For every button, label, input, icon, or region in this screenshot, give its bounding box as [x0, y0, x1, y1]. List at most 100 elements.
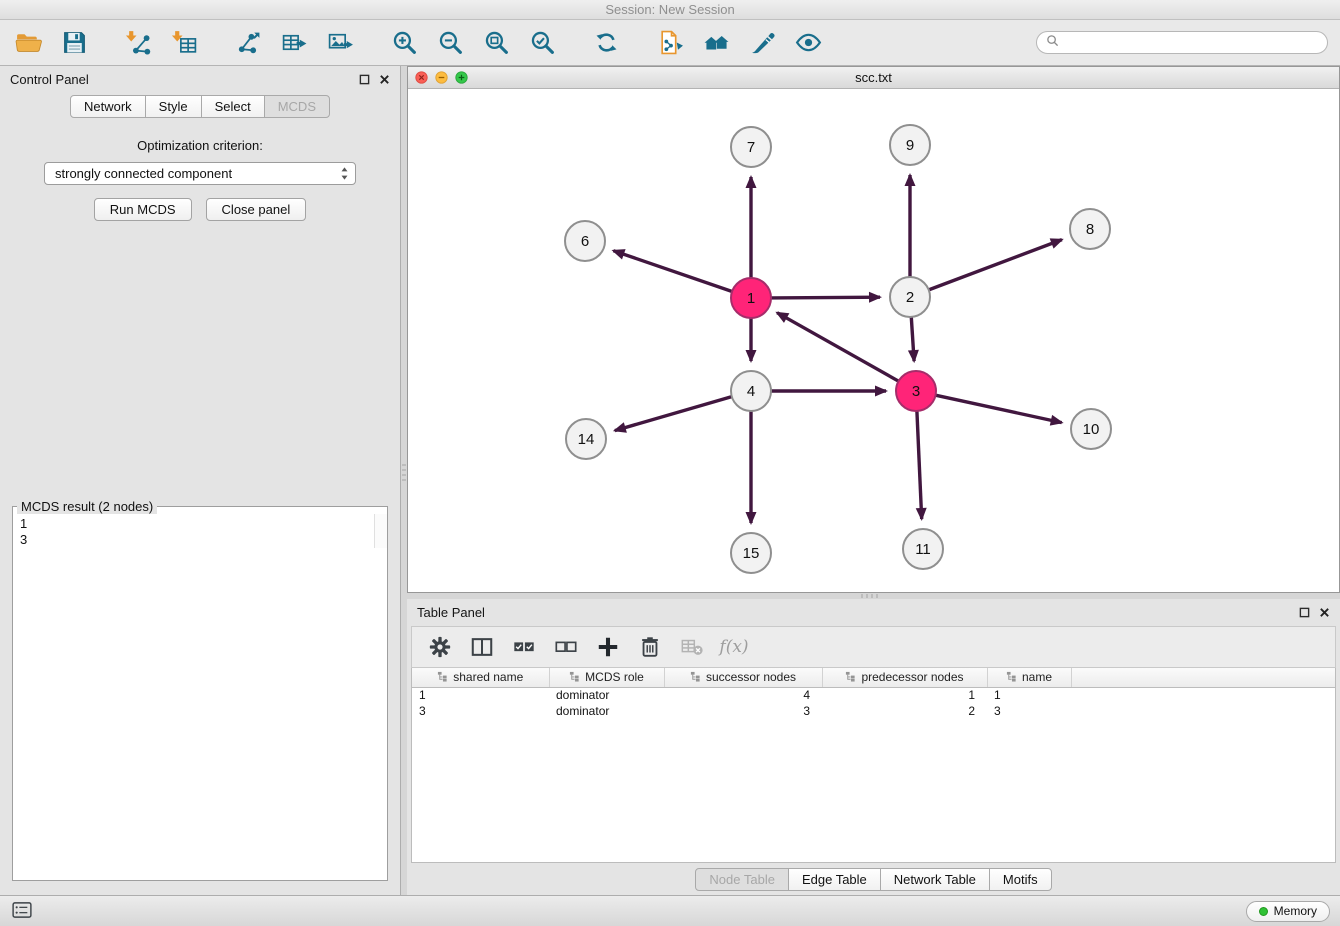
window-minimize-icon[interactable]: [435, 71, 448, 84]
column-header-shared-name[interactable]: shared name: [412, 668, 549, 687]
memory-button[interactable]: Memory: [1246, 901, 1330, 922]
edge-2-3[interactable]: [911, 317, 914, 361]
node-label: 10: [1083, 421, 1100, 438]
optimization-criterion-select[interactable]: strongly connected component: [44, 162, 356, 185]
export-network-button[interactable]: [228, 24, 268, 62]
column-header-successor-nodes[interactable]: successor nodes: [664, 668, 822, 687]
edge-3-11[interactable]: [917, 411, 922, 519]
open-session-button[interactable]: [8, 24, 48, 62]
node-14[interactable]: 14: [566, 419, 606, 459]
mcds-result-item[interactable]: 1: [20, 516, 387, 532]
import-network-button[interactable]: [118, 24, 158, 62]
table-settings-button[interactable]: [422, 630, 458, 664]
refresh-layout-button[interactable]: [586, 24, 626, 62]
window-zoom-icon[interactable]: [455, 71, 468, 84]
tab-motifs[interactable]: Motifs: [989, 868, 1052, 891]
cell-successor-nodes[interactable]: 3: [664, 703, 822, 719]
close-panel-icon[interactable]: [1319, 607, 1330, 618]
node-4[interactable]: 4: [731, 371, 771, 411]
edge-2-8[interactable]: [929, 240, 1062, 290]
tab-node-table[interactable]: Node Table: [695, 868, 789, 891]
tab-style[interactable]: Style: [145, 95, 202, 118]
import-table-button[interactable]: [164, 24, 204, 62]
search-input[interactable]: [1064, 36, 1318, 50]
window-close-icon[interactable]: [415, 71, 428, 84]
node-3[interactable]: 3: [896, 371, 936, 411]
style-brush-button[interactable]: [742, 24, 782, 62]
column-header-MCDS-role[interactable]: MCDS role: [549, 668, 664, 687]
close-panel-icon[interactable]: [379, 74, 390, 85]
cell-name[interactable]: 3: [987, 703, 1071, 719]
table-row[interactable]: 3dominator323: [412, 703, 1335, 719]
delete-column-button[interactable]: [632, 630, 668, 664]
network-window-titlebar[interactable]: scc.txt: [408, 67, 1339, 89]
node-label: 1: [747, 290, 755, 307]
home-button[interactable]: [696, 24, 736, 62]
task-history-button[interactable]: [10, 900, 34, 923]
add-column-button[interactable]: [590, 630, 626, 664]
mcds-result-list[interactable]: 13: [13, 514, 387, 548]
node-label: 15: [743, 545, 760, 562]
cell-shared-name[interactable]: 1: [412, 687, 549, 703]
column-header-predecessor-nodes[interactable]: predecessor nodes: [822, 668, 987, 687]
close-panel-button[interactable]: Close panel: [206, 198, 307, 221]
brush-icon: [749, 29, 776, 56]
show-hide-button[interactable]: [788, 24, 828, 62]
tab-mcds[interactable]: MCDS: [264, 95, 330, 118]
node-15[interactable]: 15: [731, 533, 771, 573]
node-8[interactable]: 8: [1070, 209, 1110, 249]
tab-edge-table[interactable]: Edge Table: [788, 868, 881, 891]
cell-predecessor-nodes[interactable]: 2: [822, 703, 987, 719]
run-mcds-button[interactable]: Run MCDS: [94, 198, 192, 221]
window-titlebar[interactable]: Session: New Session: [0, 0, 1340, 20]
network-canvas[interactable]: 1 2 3 4 6 7 8 9 10 11 14 15: [408, 89, 1339, 592]
float-panel-icon[interactable]: [1299, 607, 1310, 618]
zoom-out-button[interactable]: [430, 24, 470, 62]
node-10[interactable]: 10: [1071, 409, 1111, 449]
node-9[interactable]: 9: [890, 125, 930, 165]
cell-predecessor-nodes[interactable]: 1: [822, 687, 987, 703]
result-scrollbar[interactable]: [374, 514, 387, 548]
edge-1-2[interactable]: [771, 297, 880, 298]
table-splitter[interactable]: [407, 593, 1340, 599]
mcds-result-item[interactable]: 3: [20, 532, 387, 548]
node-1[interactable]: 1: [731, 278, 771, 318]
panel-splitter[interactable]: [401, 66, 407, 895]
zoom-selected-button[interactable]: [522, 24, 562, 62]
node-6[interactable]: 6: [565, 221, 605, 261]
node-2[interactable]: 2: [890, 277, 930, 317]
cell-shared-name[interactable]: 3: [412, 703, 549, 719]
cell-MCDS-role[interactable]: dominator: [549, 687, 664, 703]
zoom-fit-button[interactable]: [476, 24, 516, 62]
clone-network-button[interactable]: [650, 24, 690, 62]
node-11[interactable]: 11: [903, 529, 943, 569]
export-image-button[interactable]: [320, 24, 360, 62]
tab-select[interactable]: Select: [201, 95, 265, 118]
edge-4-14[interactable]: [615, 397, 732, 431]
edge-3-10[interactable]: [936, 395, 1062, 422]
cell-successor-nodes[interactable]: 4: [664, 687, 822, 703]
splitter-handle[interactable]: [861, 594, 879, 598]
zoom-in-button[interactable]: [384, 24, 424, 62]
column-header-name[interactable]: name: [987, 668, 1071, 687]
export-table-button[interactable]: [274, 24, 314, 62]
deselect-all-button[interactable]: [548, 630, 584, 664]
select-all-icon: [512, 635, 536, 659]
search-box[interactable]: [1036, 31, 1328, 54]
show-columns-button[interactable]: [464, 630, 500, 664]
edge-1-6[interactable]: [613, 251, 732, 292]
tab-network[interactable]: Network: [70, 95, 146, 118]
cell-name[interactable]: 1: [987, 687, 1071, 703]
splitter-handle[interactable]: [402, 464, 406, 482]
save-session-button[interactable]: [54, 24, 94, 62]
float-panel-icon[interactable]: [359, 74, 370, 85]
tab-network-table[interactable]: Network Table: [880, 868, 990, 891]
table-row[interactable]: 1dominator411: [412, 687, 1335, 703]
cell-MCDS-role[interactable]: dominator: [549, 703, 664, 719]
select-all-button[interactable]: [506, 630, 542, 664]
eye-icon: [795, 29, 822, 56]
edge-3-1[interactable]: [777, 313, 899, 382]
network-graph[interactable]: 1 2 3 4 6 7 8 9 10 11 14 15: [408, 89, 1338, 592]
column-sort-icon: [845, 671, 856, 685]
node-7[interactable]: 7: [731, 127, 771, 167]
